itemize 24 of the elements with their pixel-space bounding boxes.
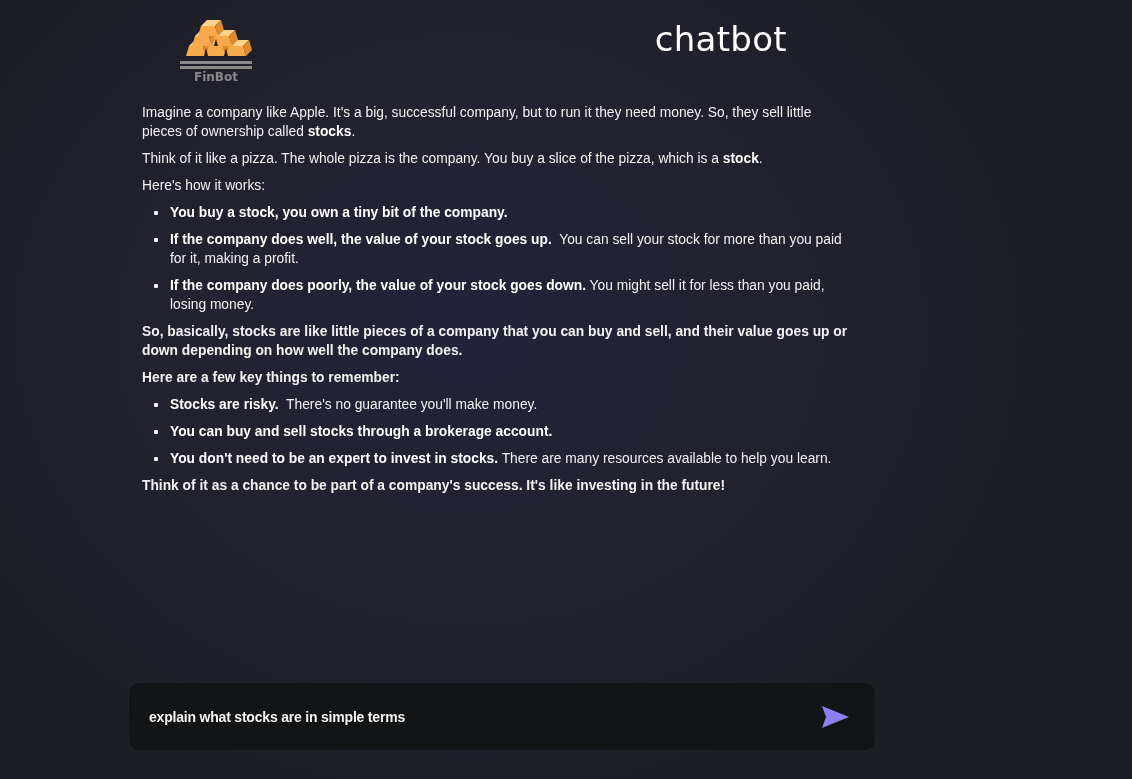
- response-paragraph: Here are a few key things to remember:: [142, 369, 401, 387]
- bullet-icon: [154, 457, 158, 461]
- message-input[interactable]: explain what stocks are in simple terms: [149, 704, 822, 729]
- response-paragraph: So, basically, stocks are like little pieces of a company that you can buy and sell, and their value goes up or down depending on how well the company does.: [142, 323, 849, 360]
- message-input-field[interactable]: explain what stocks are in simple terms: [129, 683, 875, 750]
- response-paragraph: Think of it as a chance to be part of a company's success. It's like investing in the future!: [142, 477, 727, 495]
- bullet-icon: [154, 211, 158, 215]
- logo-text: FinBot: [194, 71, 238, 84]
- send-icon: [822, 705, 849, 728]
- response-paragraph: Here's how it works:: [142, 177, 266, 195]
- response-paragraph: Imagine a company like Apple. It's a big, successful company, but to run it they need money. So, they sell little pieces of ownership called stocks.: [142, 104, 813, 141]
- list-item-text: You don't need to be an expert to invest in stocks. There are many resources available to help you learn.: [170, 450, 832, 468]
- bullet-icon: [154, 430, 158, 434]
- list-item-text: You can buy and sell stocks through a brokerage account.: [170, 423, 553, 441]
- bullet-icon: [154, 284, 158, 288]
- list-item-text: You buy a stock, you own a tiny bit of the company.: [170, 204, 508, 222]
- bullet-icon: [154, 403, 158, 407]
- list-item-text: If the company does well, the value of your stock goes up. You can sell your stock for more than you paid for it, making a profit.: [170, 231, 843, 268]
- bullet-icon: [154, 238, 158, 242]
- send-button[interactable]: [822, 705, 849, 728]
- list-item-text: Stocks are risky. There's no guarantee you'll make money.: [170, 396, 538, 414]
- response-paragraph: Think of it like a pizza. The whole pizza is the company. You buy a slice of the pizza, which is a stock.: [142, 150, 764, 168]
- list-item-text: If the company does poorly, the value of your stock goes down. You might sell it for less than you paid, losing money.: [170, 277, 826, 314]
- page-title: chatbot: [654, 18, 787, 61]
